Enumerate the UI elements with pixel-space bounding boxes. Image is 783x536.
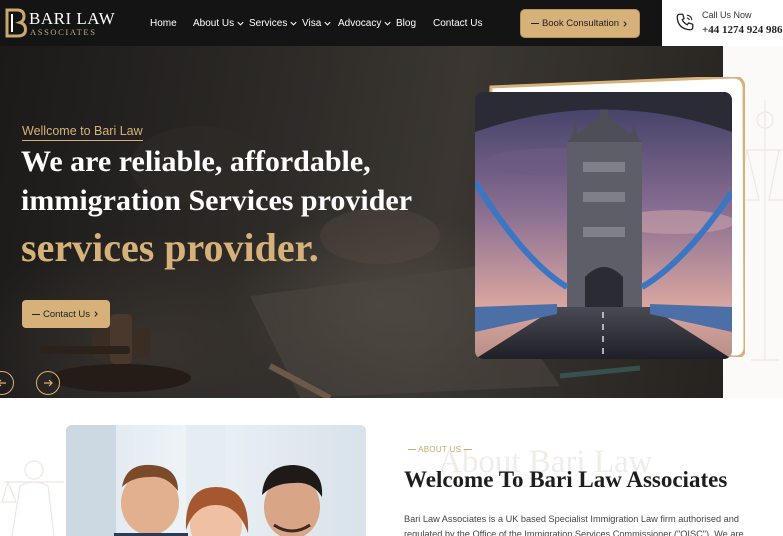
call-us-box[interactable]: Call Us Now +44 1274 924 986 [662,0,783,46]
hero-headline-line1: We are reliable, affordable, [21,145,371,178]
about-section: About Bari Law ABOUT US Welcome To Bari … [0,398,783,536]
tower-bridge-illustration [475,92,732,359]
hero-headline-line2: immigration Services provider [21,184,413,217]
hero-contact-label: Contact Us [43,308,90,320]
nav-services[interactable]: Services [249,0,298,46]
phone-number[interactable]: +44 1274 924 986 [702,24,783,36]
about-tag-label: ABOUT US [418,445,462,454]
logo-subtitle: ASSOCIATES [30,27,97,37]
book-consultation-label: Book Consultation [541,18,620,29]
phone-icon [676,13,694,31]
tag-line-right [463,449,472,451]
dash-icon [32,313,40,315]
nav-blog[interactable]: Blog [396,0,416,46]
nav-advocacy[interactable]: Advocacy [338,0,392,46]
book-consultation-button[interactable]: Book Consultation [520,9,640,38]
chevron-right-icon [623,20,627,27]
arrow-right-icon [44,379,53,387]
chevron-right-icon [94,311,98,317]
hero-welcome-text: Wellcome to Bari Law [22,124,143,141]
tower-bridge-image [475,92,732,359]
arrow-left-icon [0,379,6,387]
nav-services-label: Services [249,17,288,29]
call-us-label: Call Us Now [702,10,752,20]
team-illustration [66,425,323,536]
dash-icon [530,23,539,24]
logo-b-mark-icon [5,8,28,38]
about-tag: ABOUT US [408,445,472,454]
nav-about-us[interactable]: About Us [193,0,245,46]
about-title: Welcome To Bari Law Associates [404,467,728,492]
nav-home[interactable]: Home [150,0,177,46]
about-paragraph: Bari Law Associates is a UK based Specia… [404,514,744,536]
nav-visa-label: Visa [302,17,322,29]
hero-headline-line3: services provider. [21,225,319,270]
top-navigation-bar: BARI LAW ASSOCIATES Home About Us Servic… [0,0,783,46]
nav-contact-us-label: Contact Us [433,17,483,29]
nav-home-label: Home [150,17,177,29]
team-photo [66,425,366,536]
nav-contact-us[interactable]: Contact Us [433,0,482,46]
hero-contact-button[interactable]: Contact Us [22,300,110,328]
nav-about-us-label: About Us [193,17,235,29]
chevron-down-icon [324,21,331,26]
nav-visa[interactable]: Visa [302,0,332,46]
chevron-down-icon [384,21,391,26]
slider-next-button[interactable] [36,371,60,395]
tag-line-left [408,449,416,451]
nav-blog-label: Blog [396,17,417,29]
logo[interactable]: BARI LAW ASSOCIATES [4,7,116,39]
chevron-down-icon [290,21,297,26]
chevron-down-icon [237,21,244,26]
logo-title: BARI LAW [29,9,116,28]
lady-justice-decoration-icon [1,460,64,536]
nav-advocacy-label: Advocacy [338,17,382,29]
